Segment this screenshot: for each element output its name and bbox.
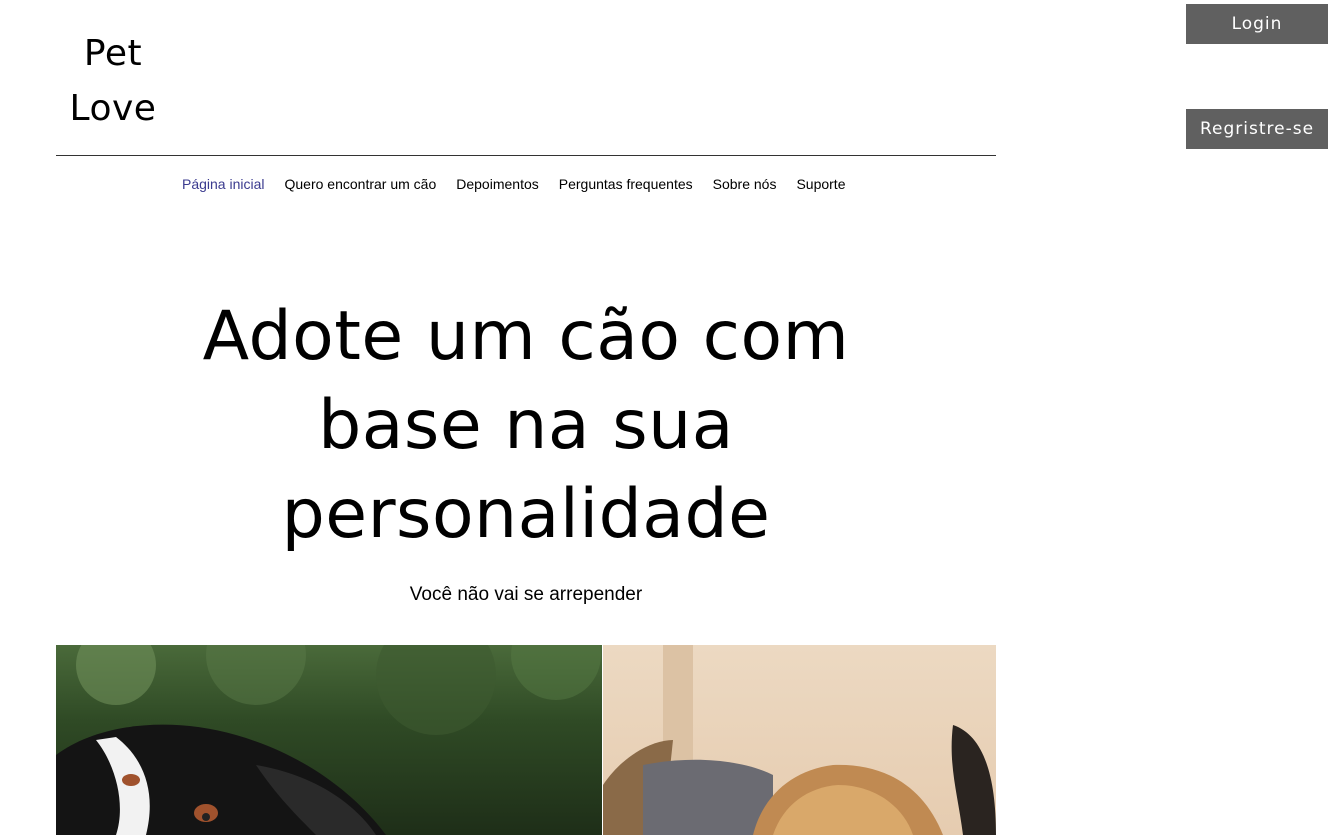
hero-title-line-2: base na sua bbox=[318, 386, 734, 465]
nav-item-testimonials[interactable]: Depoimentos bbox=[446, 172, 549, 196]
header-divider bbox=[56, 155, 996, 156]
site-logo[interactable]: Pet Love bbox=[56, 26, 170, 136]
page: Pet Love Login Regristre-se Página inici… bbox=[0, 0, 1334, 835]
logo-line-1: Pet bbox=[83, 33, 143, 74]
nav-item-about[interactable]: Sobre nós bbox=[703, 172, 787, 196]
nav-item-support[interactable]: Suporte bbox=[786, 172, 855, 196]
nav-item-home[interactable]: Página inicial bbox=[172, 172, 275, 196]
hero-title: Adote um cão com base na sua personalida… bbox=[56, 292, 996, 559]
photo-bernese-dog bbox=[56, 645, 602, 835]
hero-title-line-3: personalidade bbox=[281, 475, 771, 554]
main-nav: Página inicial Quero encontrar um cão De… bbox=[172, 172, 856, 196]
nav-item-find-dog[interactable]: Quero encontrar um cão bbox=[275, 172, 447, 196]
bernese-dog-illustration bbox=[56, 645, 601, 835]
hero-subtitle: Você não vai se arrepender bbox=[409, 584, 643, 605]
pomeranian-dog-illustration bbox=[603, 645, 996, 835]
nav-item-faq[interactable]: Perguntas frequentes bbox=[549, 172, 703, 196]
register-button[interactable]: Regristre-se bbox=[1186, 109, 1328, 149]
photo-pomeranian-dog bbox=[603, 645, 996, 835]
login-button[interactable]: Login bbox=[1186, 4, 1328, 44]
logo-line-2: Love bbox=[69, 88, 157, 129]
hero-title-line-1: Adote um cão com bbox=[202, 297, 850, 376]
dog-gallery bbox=[56, 645, 996, 835]
